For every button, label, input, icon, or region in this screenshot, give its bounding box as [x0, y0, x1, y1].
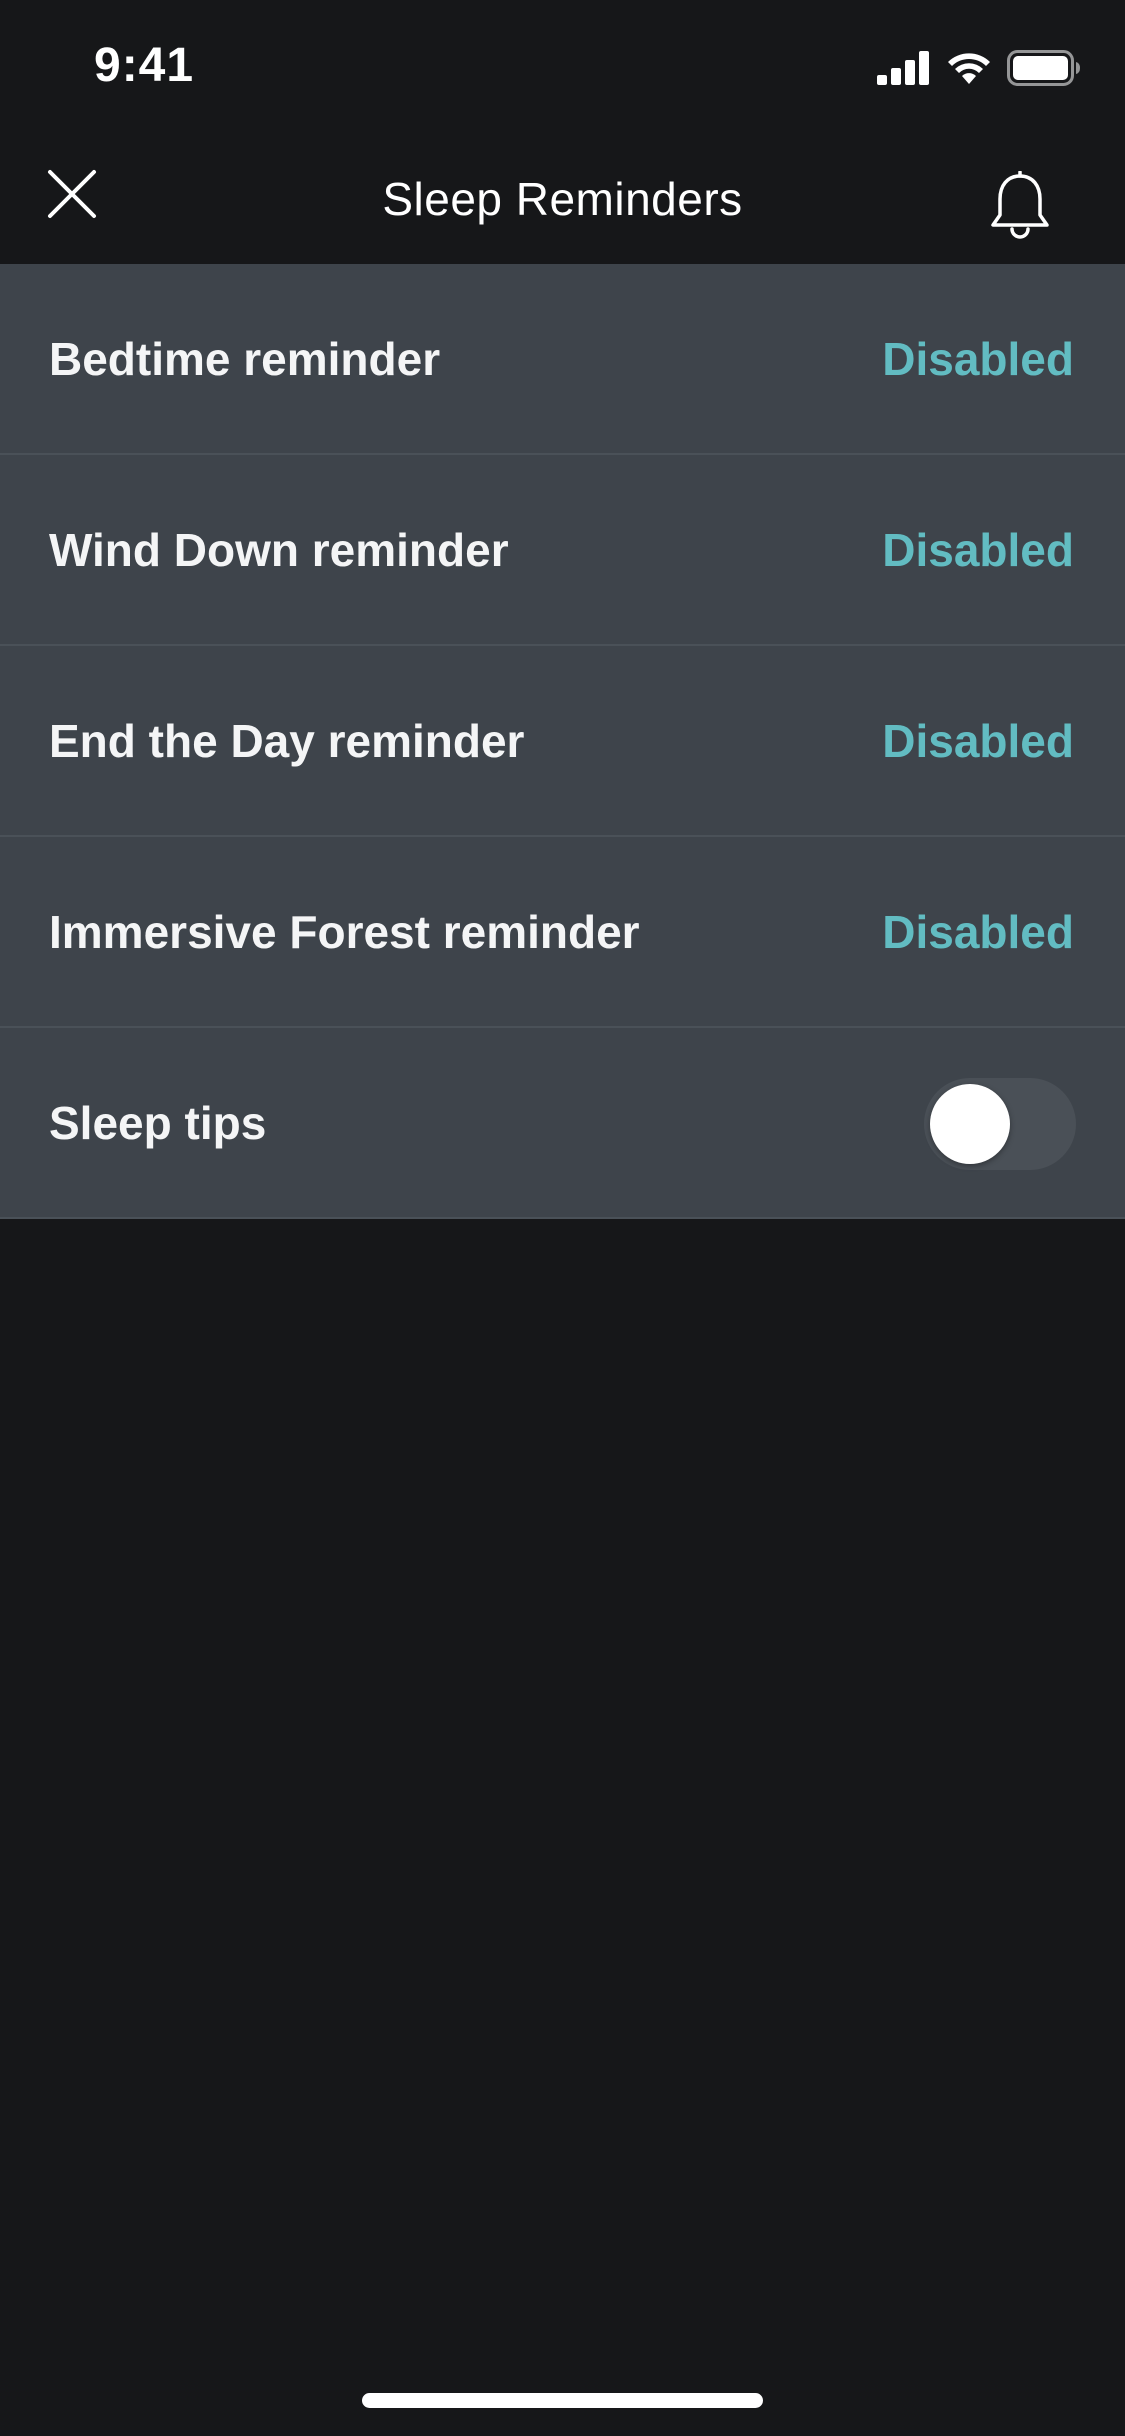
wifi-icon — [945, 50, 993, 91]
nav-bar: Sleep Reminders — [0, 132, 1125, 264]
bell-icon — [988, 169, 1052, 246]
list-item-end-the-day-reminder[interactable]: End the Day reminder Disabled — [0, 646, 1125, 837]
toggle-knob — [930, 1084, 1010, 1164]
list-item-label: End the Day reminder — [49, 715, 525, 767]
list-item-label: Sleep tips — [49, 1097, 267, 1149]
page-title: Sleep Reminders — [382, 173, 743, 225]
cellular-signal-icon — [877, 51, 931, 90]
list-item-label: Immersive Forest reminder — [49, 906, 640, 958]
battery-icon — [1007, 50, 1081, 91]
status-time: 9:41 — [94, 39, 195, 92]
list-item-label: Bedtime reminder — [49, 333, 441, 385]
home-indicator[interactable] — [362, 2393, 763, 2408]
list-item-immersive-forest-reminder[interactable]: Immersive Forest reminder Disabled — [0, 837, 1125, 1028]
list-item-status: Disabled — [882, 524, 1074, 576]
list-item-label: Wind Down reminder — [49, 524, 509, 576]
reminders-list: Bedtime reminder Disabled Wind Down remi… — [0, 264, 1125, 1219]
list-item-status: Disabled — [882, 333, 1074, 385]
sleep-tips-toggle[interactable] — [924, 1078, 1076, 1170]
notifications-button[interactable] — [985, 169, 1055, 246]
status-bar: 9:41 — [0, 0, 1125, 132]
list-item-status: Disabled — [882, 906, 1074, 958]
status-icons — [877, 50, 1081, 91]
list-item-status: Disabled — [882, 715, 1074, 767]
list-item-sleep-tips: Sleep tips — [0, 1028, 1125, 1219]
list-item-bedtime-reminder[interactable]: Bedtime reminder Disabled — [0, 264, 1125, 455]
list-item-wind-down-reminder[interactable]: Wind Down reminder Disabled — [0, 455, 1125, 646]
